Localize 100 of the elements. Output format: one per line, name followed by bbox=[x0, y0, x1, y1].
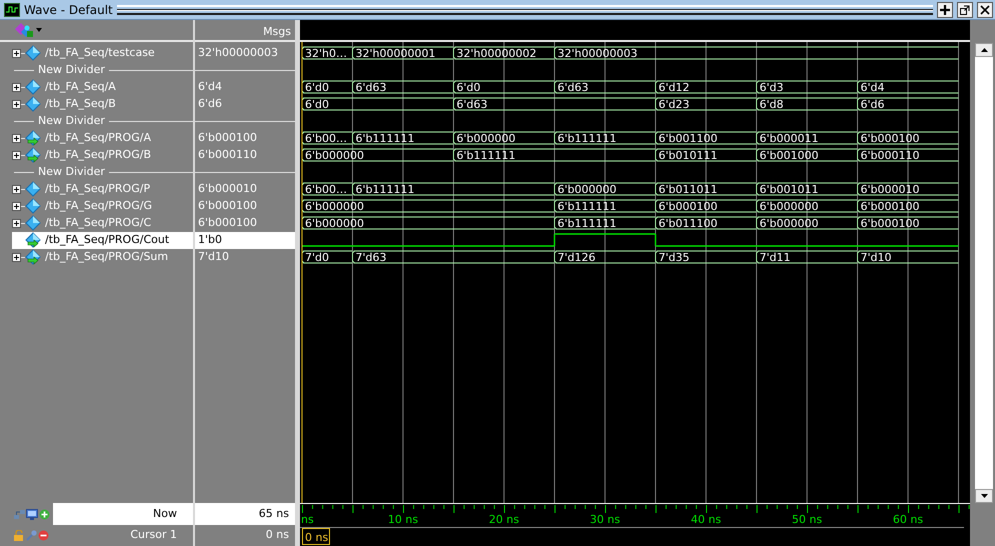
bus-value: 6'b000000 bbox=[760, 200, 818, 213]
signal-name: /tb_FA_Seq/PROG/C bbox=[44, 214, 152, 231]
signal-row[interactable]: /tb_FA_Seq/A bbox=[12, 78, 193, 96]
bus-value: 6'b011011 bbox=[658, 183, 718, 196]
signal-row[interactable]: /tb_FA_Seq/PROG/Cout bbox=[12, 232, 193, 248]
signal-row[interactable]: /tb_FA_Seq/PROG/C bbox=[12, 214, 193, 232]
caret-icon[interactable] bbox=[36, 28, 42, 32]
time-label: 10 ns bbox=[388, 513, 418, 525]
signal-row[interactable]: /tb_FA_Seq/testcase bbox=[12, 44, 193, 62]
bus-value: 7'd10 bbox=[860, 251, 892, 264]
bus-value: 6'd63 bbox=[558, 81, 589, 94]
signal-name: /tb_FA_Seq/testcase bbox=[44, 44, 155, 61]
signal-value: 6'b000010 bbox=[197, 180, 258, 197]
signal-value: 32'h00000003 bbox=[197, 44, 279, 61]
bus-value: 6'b000000 bbox=[558, 183, 616, 196]
expand-icon[interactable] bbox=[12, 252, 25, 262]
scroll-down-button[interactable] bbox=[975, 489, 993, 503]
bus-value: 6'b011100 bbox=[658, 217, 718, 230]
expand-icon[interactable] bbox=[12, 134, 25, 142]
monitor-icon[interactable] bbox=[26, 508, 38, 520]
bus-value: 6'd23 bbox=[658, 98, 690, 111]
expand-icon[interactable] bbox=[12, 184, 25, 194]
divider-label: New Divider bbox=[38, 164, 105, 180]
now-label: Now bbox=[53, 503, 193, 525]
bus-value: 6'd6 bbox=[860, 98, 885, 111]
now-value: 65 ns bbox=[195, 503, 295, 525]
waveform-icon bbox=[4, 2, 20, 16]
signal-name: /tb_FA_Seq/PROG/G bbox=[44, 198, 152, 214]
time-label: ns bbox=[301, 513, 314, 525]
bus-value: 6'b000010 bbox=[860, 183, 920, 196]
bus-value: 6'b111111 bbox=[356, 183, 414, 196]
close-icon bbox=[980, 4, 990, 14]
bus-value: 6'b000100 bbox=[860, 200, 920, 213]
signal-value: 6'd4 bbox=[197, 78, 224, 95]
expand-icon[interactable] bbox=[12, 202, 25, 210]
expand-icon[interactable] bbox=[12, 150, 25, 160]
up-arrow-icon bbox=[980, 48, 988, 52]
bus-value: 32'h00000001 bbox=[356, 47, 436, 60]
signal-row[interactable]: /tb_FA_Seq/PROG/B bbox=[12, 146, 193, 164]
bus-value: 6'd63 bbox=[356, 81, 387, 94]
window-title: Wave - Default bbox=[24, 2, 113, 18]
time-label: 50 ns bbox=[792, 513, 822, 525]
bus-value: 6'b000000 bbox=[760, 217, 818, 230]
bus-value: 6'b000000 bbox=[305, 149, 364, 162]
signal-name: /tb_FA_Seq/B bbox=[44, 96, 116, 112]
bus-value: 6'b000100 bbox=[658, 200, 718, 213]
add-icon[interactable] bbox=[39, 508, 50, 520]
time-label: 30 ns bbox=[590, 513, 620, 525]
bus-value: 6'b00… bbox=[305, 132, 348, 145]
divider-label: New Divider bbox=[38, 62, 105, 78]
expand-icon[interactable] bbox=[12, 48, 25, 58]
bus-value: 6'd4 bbox=[860, 81, 885, 94]
bus-value: 6'b001011 bbox=[760, 183, 818, 196]
time-label: 60 ns bbox=[892, 513, 924, 525]
bus-value: 6'd8 bbox=[760, 98, 784, 111]
bus-value: 6'd63 bbox=[456, 98, 488, 111]
bus-value: 7'd63 bbox=[356, 251, 387, 264]
bus-value: 6'b00… bbox=[305, 183, 348, 196]
bus-value: 6'd0 bbox=[305, 81, 330, 94]
bus-value: 6'b111111 bbox=[558, 200, 616, 213]
bus-value: 6'd0 bbox=[305, 98, 330, 111]
bus-value: 7'd35 bbox=[658, 251, 690, 264]
expand-icon[interactable] bbox=[12, 100, 25, 108]
undock-button[interactable] bbox=[957, 2, 973, 18]
bus-value: 6'b111111 bbox=[356, 132, 414, 145]
bus-value: 6'b000000 bbox=[456, 132, 516, 145]
signal-value: 6'b000110 bbox=[197, 146, 258, 163]
close-button[interactable] bbox=[977, 2, 993, 18]
cursor-time-marker: 0 ns bbox=[302, 528, 330, 545]
remove-icon[interactable] bbox=[38, 530, 49, 541]
bus-value: 6'b001000 bbox=[760, 149, 818, 162]
bus-value: 6'b111111 bbox=[456, 149, 516, 162]
cursor-value: 0 ns bbox=[264, 527, 290, 543]
bus-value: 6'b000011 bbox=[760, 132, 818, 145]
signal-value: 7'd10 bbox=[197, 248, 230, 265]
signal-value: 6'b000100 bbox=[197, 130, 258, 146]
signal-value: 6'd6 bbox=[197, 96, 224, 112]
signal-row[interactable]: /tb_FA_Seq/PROG/A bbox=[12, 130, 193, 146]
bus-value: 6'd0 bbox=[456, 81, 481, 94]
signal-value: 6'b000100 bbox=[197, 214, 258, 231]
signal-row[interactable]: /tb_FA_Seq/PROG/Sum bbox=[12, 248, 193, 266]
expand-icon[interactable] bbox=[12, 218, 25, 228]
signal-row[interactable]: /tb_FA_Seq/PROG/P bbox=[12, 180, 193, 198]
bus-value: 6'b001100 bbox=[658, 132, 718, 145]
time-label: 40 ns bbox=[690, 513, 722, 525]
bus-value: 6'b010111 bbox=[658, 149, 718, 162]
expand-icon[interactable] bbox=[12, 82, 25, 92]
scroll-up-button[interactable] bbox=[975, 43, 993, 57]
bus-value: 32'h00000003 bbox=[558, 47, 638, 60]
bus-value: 6'd12 bbox=[658, 81, 690, 94]
bus-value: 7'd11 bbox=[760, 251, 791, 264]
wave-format-icon[interactable] bbox=[14, 22, 34, 38]
bus-value: 6'b000000 bbox=[305, 200, 364, 213]
signal-row[interactable]: /tb_FA_Seq/PROG/G bbox=[12, 198, 193, 214]
bus-value: 6'b000100 bbox=[860, 132, 920, 145]
time-label: 20 ns bbox=[488, 513, 520, 525]
bus-value: 6'b000100 bbox=[860, 217, 920, 230]
signal-row[interactable]: /tb_FA_Seq/B bbox=[12, 96, 193, 112]
dock-button[interactable] bbox=[937, 2, 953, 18]
signal-name: /tb_FA_Seq/PROG/Cout bbox=[44, 232, 170, 248]
